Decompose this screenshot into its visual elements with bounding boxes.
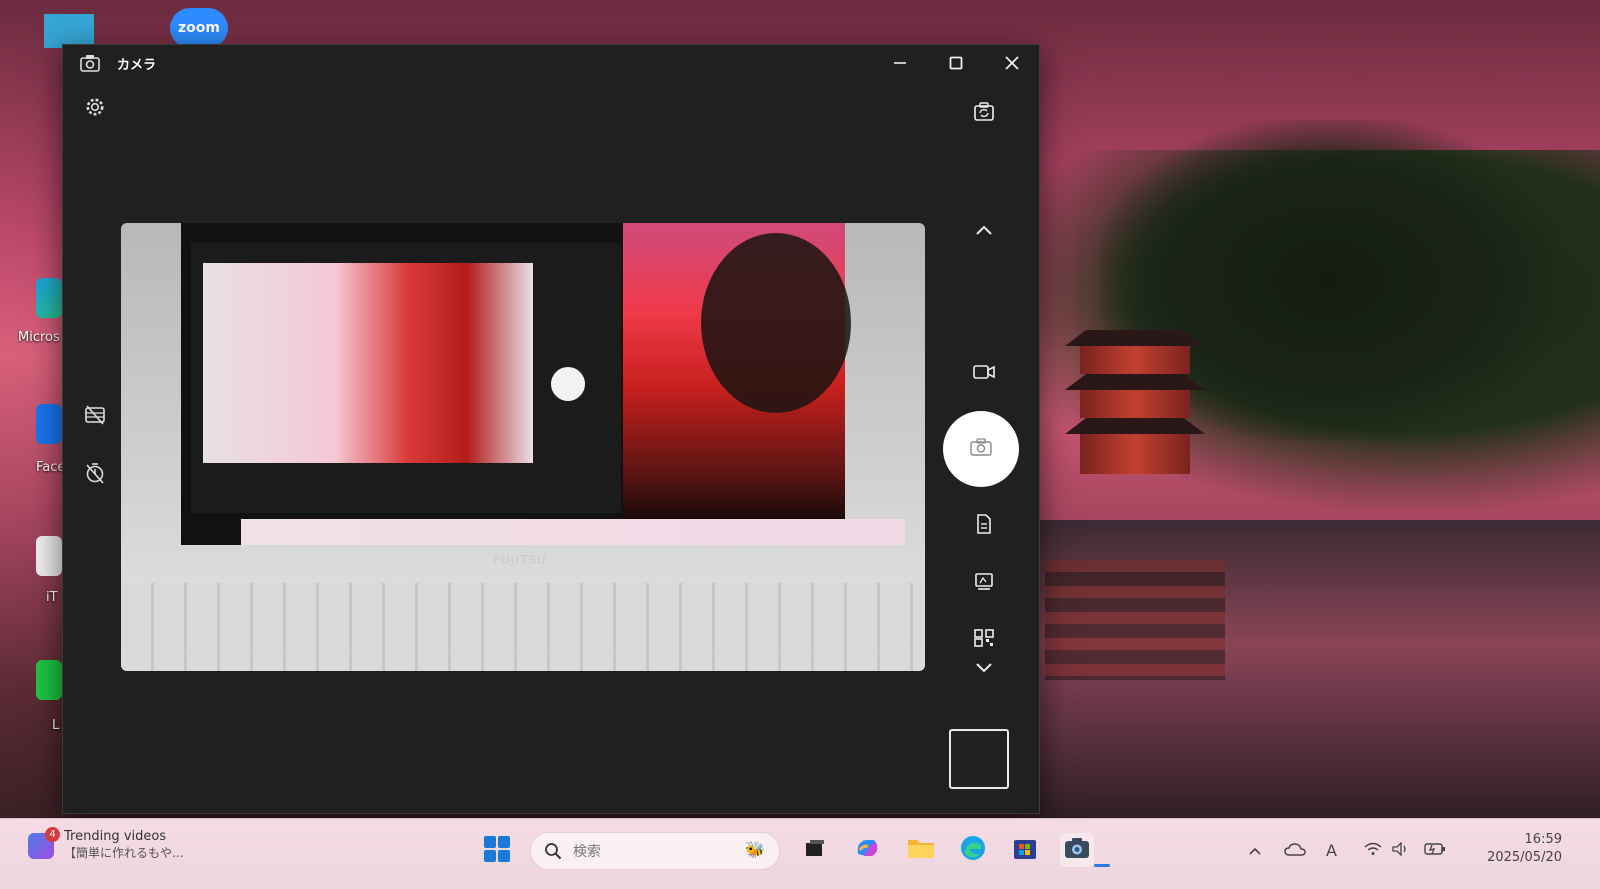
camera-icon <box>970 438 992 460</box>
preview-keyboard <box>121 583 925 671</box>
edge-icon <box>960 835 986 865</box>
qr-code-icon <box>974 629 994 651</box>
widget-subtitle: 【簡単に作れるもや... <box>64 846 184 860</box>
copilot-icon <box>854 836 880 864</box>
camera-app-taskbar-icon <box>1064 837 1090 863</box>
whiteboard-mode-button[interactable] <box>967 569 1001 599</box>
camera-preview[interactable]: FUJITSU <box>121 223 925 671</box>
preview-brand: FUJITSU <box>493 553 547 567</box>
camera-app-icon <box>79 52 101 74</box>
taskbar-edge[interactable] <box>956 833 990 867</box>
wallpaper-pagoda <box>1055 330 1215 490</box>
onedrive-button[interactable] <box>1284 839 1306 861</box>
qr-code-mode-button[interactable] <box>967 625 1001 655</box>
grid-off-icon <box>84 405 106 429</box>
scroll-modes-up-button[interactable] <box>967 215 1001 245</box>
desktop-icon-itunes[interactable] <box>36 536 62 576</box>
search-icon <box>543 841 563 861</box>
wifi-icon <box>1364 841 1382 860</box>
taskbar-file-explorer[interactable] <box>904 833 938 867</box>
taskbar: 4 Trending videos 【簡単に作れるもや... 検索 🐝 A 16… <box>0 818 1600 889</box>
notification-badge: 4 <box>45 827 60 842</box>
title-bar[interactable]: カメラ <box>63 45 1039 81</box>
ime-indicator[interactable]: A <box>1326 839 1337 861</box>
desktop-icon-facebook[interactable] <box>36 404 62 444</box>
start-button[interactable] <box>484 836 510 862</box>
chevron-up-icon <box>1248 841 1262 860</box>
wifi-button[interactable] <box>1364 839 1382 861</box>
framing-grid-toggle[interactable] <box>79 401 111 433</box>
whiteboard-icon <box>974 572 994 596</box>
camera-switch-icon <box>973 102 995 126</box>
video-camera-icon <box>973 364 995 384</box>
zoom-label: zoom <box>178 20 220 36</box>
desktop-label-facebook: Face <box>36 460 66 475</box>
speaker-icon <box>1392 840 1410 860</box>
battery-button[interactable] <box>1424 839 1446 861</box>
switch-camera-button[interactable] <box>967 99 1001 129</box>
minimize-button[interactable] <box>877 47 923 79</box>
volume-button[interactable] <box>1392 839 1410 861</box>
settings-button[interactable] <box>79 93 111 125</box>
take-photo-button[interactable] <box>943 411 1019 487</box>
active-app-indicator <box>1094 864 1110 867</box>
task-view-icon <box>804 838 826 862</box>
search-highlight-icon: 🐝 <box>745 840 765 859</box>
document-icon <box>976 514 992 538</box>
gear-icon <box>84 96 106 122</box>
timer-toggle[interactable] <box>79 459 111 491</box>
window-title: カメラ <box>117 57 157 73</box>
timer-off-icon <box>84 462 106 488</box>
clock-button[interactable]: 16:59 2025/05/20 <box>1487 831 1562 867</box>
document-mode-button[interactable] <box>967 511 1001 541</box>
camera-window[interactable]: カメラ FUJITSU <box>62 44 1040 814</box>
widget-news-icon: 4 <box>28 827 60 859</box>
clock-time: 16:59 <box>1524 832 1562 847</box>
taskbar-store[interactable] <box>1008 833 1042 867</box>
preview-taskbar <box>241 519 905 545</box>
taskbar-copilot[interactable] <box>850 833 884 867</box>
chevron-down-icon <box>975 659 993 678</box>
video-mode-button[interactable] <box>967 359 1001 389</box>
widgets-button[interactable]: 4 Trending videos 【簡単に作れるもや... <box>28 827 184 861</box>
chevron-up-icon <box>975 221 993 240</box>
wallpaper-reflection <box>1045 560 1225 680</box>
store-icon <box>1013 836 1037 864</box>
desktop-label-itunes: iT <box>46 590 58 605</box>
widget-title: Trending videos <box>64 829 167 844</box>
desktop-icon-edge[interactable] <box>36 278 62 318</box>
clock-date: 2025/05/20 <box>1487 850 1562 865</box>
preview-laptop-screen <box>181 223 905 545</box>
desktop-icon-zoom[interactable]: zoom <box>170 8 228 48</box>
folder-icon <box>907 837 935 863</box>
battery-icon <box>1424 841 1446 860</box>
close-button[interactable] <box>989 47 1035 79</box>
taskbar-camera[interactable] <box>1060 833 1094 867</box>
maximize-button[interactable] <box>933 47 979 79</box>
search-box[interactable]: 検索 🐝 <box>530 832 780 870</box>
scroll-modes-down-button[interactable] <box>967 653 1001 683</box>
desktop-label-edge: Micros <box>18 330 60 345</box>
search-placeholder: 検索 <box>573 844 601 860</box>
desktop-icon-top-left[interactable] <box>44 14 94 48</box>
desktop-label-line: L <box>52 718 60 733</box>
taskbar-task-view[interactable] <box>798 833 832 867</box>
cloud-icon <box>1284 841 1306 860</box>
desktop-icon-line[interactable] <box>36 660 62 700</box>
show-hidden-icons-button[interactable] <box>1248 839 1262 861</box>
last-photo-thumbnail[interactable] <box>949 729 1009 789</box>
preview-nested-window <box>191 243 621 513</box>
